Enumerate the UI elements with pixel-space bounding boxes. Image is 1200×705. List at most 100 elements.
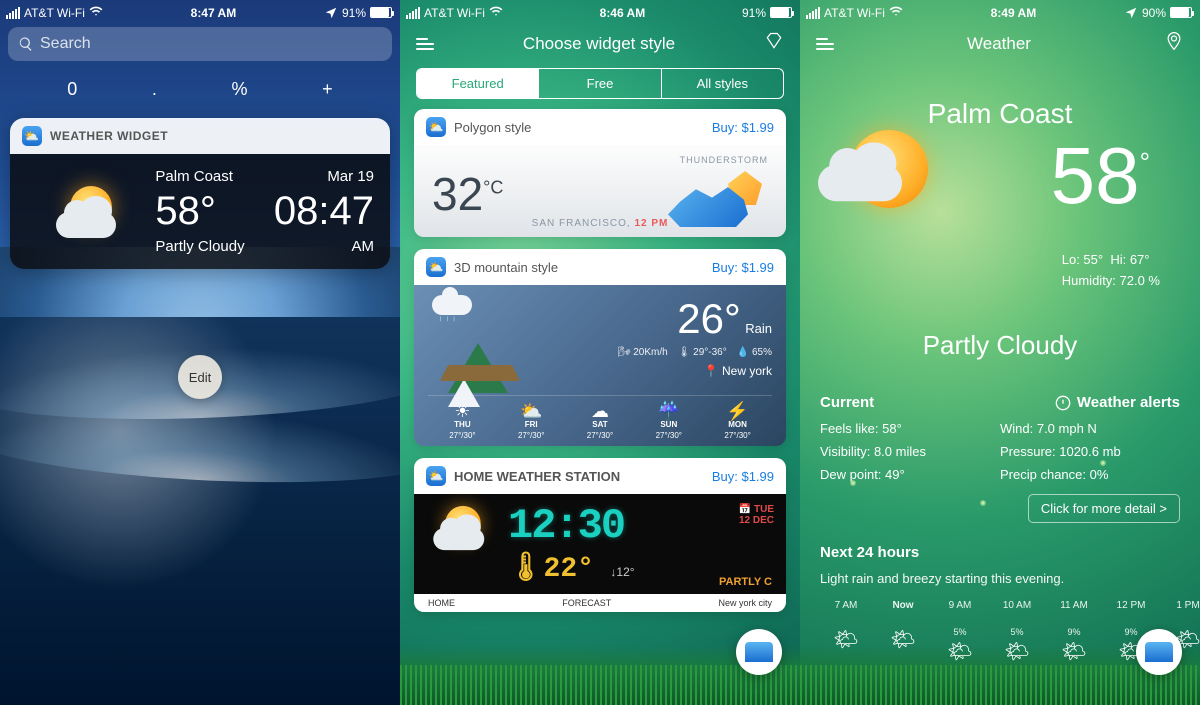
precip-chance: Precip chance: 0% xyxy=(1000,467,1180,482)
style-preview: 12:30 🌡22° ↓12° 📅 TUE 12 DEC PARTLY C xyxy=(414,494,786,594)
buy-link[interactable]: Buy: $1.99 xyxy=(712,120,774,135)
forecast-day: ☀THU27°/30° xyxy=(428,402,497,440)
digital-time: 12:30 xyxy=(508,502,635,550)
menu-icon[interactable] xyxy=(816,38,834,50)
weather-alerts-button[interactable]: Weather alerts xyxy=(1055,394,1180,411)
status-time: 8:49 AM xyxy=(991,6,1037,20)
fab-button[interactable] xyxy=(1136,629,1182,675)
forecast-day: ⛅FRI27°/30° xyxy=(497,402,566,440)
screen-weather-detail: AT&T Wi-Fi 8:49 AM 90% Weather Palm Coas… xyxy=(800,0,1200,705)
battery-icon xyxy=(1170,7,1192,18)
widget-title: WEATHER WIDGET xyxy=(50,129,168,143)
buy-link[interactable]: Buy: $1.99 xyxy=(712,260,774,275)
location-label: SAN FRANCISCO, 12 PM xyxy=(532,218,669,229)
screen-widget-styles: AT&T Wi-Fi 8:46 AM 91% Choose widget sty… xyxy=(400,0,800,705)
current-heading: Current xyxy=(820,394,874,411)
location-arrow-icon xyxy=(324,6,338,20)
widget-body: Palm Coast Mar 19 58° 08:47 Partly Cloud… xyxy=(10,154,390,269)
hour-item: 9 AM5%🌤 xyxy=(934,600,986,664)
visibility: Visibility: 8.0 miles xyxy=(820,444,1000,459)
fab-button[interactable] xyxy=(736,629,782,675)
search-icon xyxy=(18,36,34,52)
app-icon: ⛅ xyxy=(426,466,446,486)
wifi-icon xyxy=(889,4,903,21)
screen-header: Choose widget style xyxy=(400,23,800,68)
condition-label: Partly Cloudy xyxy=(155,238,244,255)
storm-label: THUNDERSTORM xyxy=(680,155,768,165)
carrier-label: AT&T Wi-Fi xyxy=(424,6,485,20)
wind: Wind: 7.0 mph N xyxy=(1000,421,1180,436)
style-name: 3D mountain style xyxy=(454,260,558,275)
location-arrow-icon xyxy=(1124,6,1138,20)
wifi-icon xyxy=(489,4,503,21)
condition-label: Partly Cloudy xyxy=(800,330,1200,361)
signal-icon xyxy=(6,7,20,19)
next-24-heading: Next 24 hours xyxy=(820,544,1180,561)
temperature: 58° xyxy=(1051,130,1150,222)
hour-item: 7 AM🌤 xyxy=(820,600,872,664)
aux-temp: ↓12° xyxy=(610,565,634,579)
city-label: Palm Coast xyxy=(155,168,244,185)
app-icon: ⛅ xyxy=(426,257,446,277)
edit-button[interactable]: Edit xyxy=(178,355,222,399)
style-name: HOME WEATHER STATION xyxy=(454,469,620,484)
status-bar: AT&T Wi-Fi 8:49 AM 90% xyxy=(800,0,1200,23)
menu-icon[interactable] xyxy=(416,38,434,50)
control-plus[interactable]: + xyxy=(322,79,333,100)
temperature: 32°C xyxy=(432,167,503,221)
condition-label: PARTLY C xyxy=(719,576,772,588)
location-pin-icon[interactable] xyxy=(1164,31,1184,56)
battery-pct: 91% xyxy=(342,6,366,20)
style-card-polygon[interactable]: ⛅Polygon style Buy: $1.99 32°C THUNDERST… xyxy=(414,109,786,237)
app-icon: ⛅ xyxy=(22,126,42,146)
widget-header: ⛅ WEATHER WIDGET xyxy=(10,118,390,154)
search-placeholder: Search xyxy=(40,35,91,53)
premium-icon[interactable] xyxy=(764,31,784,56)
tab-featured[interactable]: Featured xyxy=(417,69,539,98)
current-block: Current Weather alerts Feels like: 58° W… xyxy=(800,394,1200,523)
tab-all-styles[interactable]: All styles xyxy=(662,69,783,98)
detail-grid: Feels like: 58° Wind: 7.0 mph N Visibili… xyxy=(820,421,1180,482)
search-input[interactable]: Search xyxy=(8,27,392,61)
partly-cloudy-icon xyxy=(56,186,126,238)
battery-icon xyxy=(370,7,392,18)
buy-link[interactable]: Buy: $1.99 xyxy=(712,469,774,484)
mountain-icon: ╵╵╵ xyxy=(428,295,538,385)
forecast-day: ⚡MON27°/30° xyxy=(703,402,772,440)
battery-icon xyxy=(770,7,792,18)
more-detail-button[interactable]: Click for more detail > xyxy=(1028,494,1180,523)
style-card-mountain[interactable]: ⛅ 3D mountain style Buy: $1.99 ╵╵╵ 26° Ra… xyxy=(414,249,786,446)
status-time: 8:47 AM xyxy=(191,6,237,20)
hour-item-now: Now🌤 xyxy=(877,600,929,664)
footer-city: New york city xyxy=(718,598,772,608)
control-0[interactable]: 0 xyxy=(67,79,77,100)
control-dot[interactable]: . xyxy=(152,79,157,100)
forecast-day: ☁SAT27°/30° xyxy=(566,402,635,440)
hourly-scroll[interactable]: 7 AM🌤 Now🌤 9 AM5%🌤 10 AM5%🌤 11 AM9%🌤 12 … xyxy=(820,600,1180,664)
footer-home[interactable]: HOME xyxy=(428,598,455,608)
alert-icon xyxy=(1055,395,1071,411)
weather-widget[interactable]: ⛅ WEATHER WIDGET Palm Coast Mar 19 58° 0… xyxy=(10,118,390,269)
city-label: Palm Coast xyxy=(800,98,1200,130)
status-time: 8:46 AM xyxy=(600,6,646,20)
basket-icon xyxy=(1145,642,1173,662)
date-label: Mar 19 xyxy=(245,168,374,185)
footer-forecast[interactable]: FORECAST xyxy=(562,598,611,608)
segment-control: Featured Free All styles xyxy=(416,68,784,99)
tab-free[interactable]: Free xyxy=(539,69,661,98)
condition-label: Rain xyxy=(745,321,772,336)
signal-icon xyxy=(406,7,420,19)
pressure: Pressure: 1020.6 mb xyxy=(1000,444,1180,459)
next-24-subtitle: Light rain and breezy starting this even… xyxy=(820,571,1180,586)
hour-item: 11 AM9%🌤 xyxy=(1048,600,1100,664)
polygon-cloud-icon xyxy=(668,167,768,227)
style-footer: HOME FORECAST New york city xyxy=(414,594,786,612)
style-preview: ╵╵╵ 26° Rain 🌬 20Km/h 🌡 29°-36° 💧 65% 📍 … xyxy=(414,285,786,446)
feels-like: Feels like: 58° xyxy=(820,421,1000,436)
style-card-header: ⛅Polygon style Buy: $1.99 xyxy=(414,109,786,145)
stats-row: 🌬 20Km/h 🌡 29°-36° 💧 65% xyxy=(618,347,772,358)
style-card-home-station[interactable]: ⛅ HOME WEATHER STATION Buy: $1.99 12:30 🌡… xyxy=(414,458,786,612)
battery-pct: 91% xyxy=(742,6,766,20)
control-pct[interactable]: % xyxy=(232,79,248,100)
date-column: 📅 TUE 12 DEC xyxy=(739,504,774,526)
